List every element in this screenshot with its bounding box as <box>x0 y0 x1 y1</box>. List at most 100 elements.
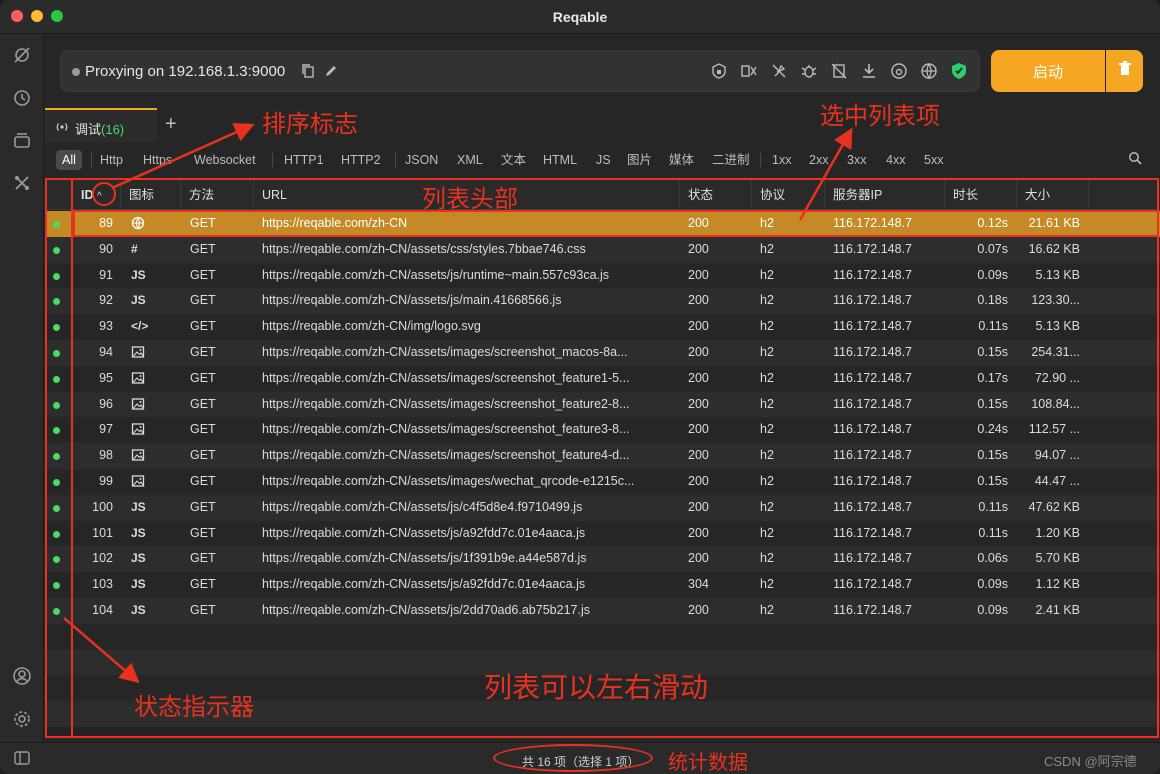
rewrite-off-icon[interactable] <box>769 61 789 81</box>
filter-3xx[interactable]: 3xx <box>841 150 872 170</box>
cell-protocol: h2 <box>760 319 774 334</box>
history-icon[interactable] <box>11 87 33 109</box>
image-icon <box>131 392 161 418</box>
proxy-status-dot <box>72 68 80 76</box>
collections-icon[interactable] <box>11 129 33 151</box>
column-header-size[interactable]: 大小 <box>1017 180 1089 210</box>
filter-js[interactable]: JS <box>590 150 617 170</box>
filter-all[interactable]: All <box>56 150 82 170</box>
settings-icon[interactable] <box>11 708 33 730</box>
network-icon[interactable] <box>919 61 939 81</box>
cell-server-ip: 116.172.148.7 <box>833 370 913 385</box>
table-row[interactable]: 98 GET https://reqable.com/zh-CN/assets/im… <box>45 443 1160 469</box>
account-icon[interactable] <box>11 665 33 687</box>
table-row[interactable]: 94 GET https://reqable.com/zh-CN/assets/im… <box>45 340 1160 366</box>
cell-id: 103 <box>92 577 113 592</box>
filter-media[interactable]: 媒体 <box>663 150 700 170</box>
column-header-duration[interactable]: 时长 <box>945 180 1017 210</box>
filter-https[interactable]: Https <box>137 150 178 170</box>
status-indicator-dot <box>53 479 60 486</box>
filter-xml[interactable]: XML <box>451 150 489 170</box>
cell-status: 200 <box>688 370 709 385</box>
capture-icon[interactable] <box>11 44 33 66</box>
filter-http2[interactable]: HTTP2 <box>335 150 387 170</box>
table-row[interactable]: 102 JS GET https://reqable.com/zh-CN/assets… <box>45 546 1160 573</box>
cell-id: 93 <box>99 319 113 334</box>
filter-websocket[interactable]: Websocket <box>188 150 262 170</box>
sort-ascending-icon: ^ <box>96 191 102 202</box>
download-icon[interactable] <box>859 61 879 81</box>
tab-debug[interactable]: 调试(16) <box>45 108 157 142</box>
cell-protocol: h2 <box>760 577 774 592</box>
add-tab-button[interactable]: + <box>165 113 177 136</box>
column-header-icon[interactable]: 图标 <box>121 180 181 210</box>
table-row[interactable]: 97 GET https://reqable.com/zh-CN/assets/im… <box>45 417 1160 444</box>
tools-icon[interactable] <box>11 172 33 194</box>
filter-json[interactable]: JSON <box>399 150 444 170</box>
start-button[interactable]: 启动 <box>991 50 1105 92</box>
table-row[interactable]: 96 GET https://reqable.com/zh-CN/assets/im… <box>45 391 1160 418</box>
table-row[interactable]: 89 GET https://reqable.com/zh-CN 200 h2 116.1… <box>45 211 1160 237</box>
column-header-method[interactable]: 方法 <box>181 180 254 210</box>
clear-button[interactable] <box>1106 50 1143 92</box>
cell-protocol: h2 <box>760 293 774 308</box>
script-off-icon[interactable] <box>829 61 849 81</box>
table-row[interactable]: 99 GET https://reqable.com/zh-CN/assets/im… <box>45 469 1160 495</box>
table-row[interactable]: 100 JS GET https://reqable.com/zh-CN/assets… <box>45 494 1160 521</box>
table-row[interactable]: 93 </> GET https://reqable.com/zh-CN/img/lo… <box>45 314 1160 340</box>
sidebar-toggle-icon[interactable] <box>14 751 30 770</box>
filter-1xx[interactable]: 1xx <box>766 150 797 170</box>
column-header-protocol[interactable]: 协议 <box>752 180 825 210</box>
throttle-icon[interactable] <box>889 61 909 81</box>
status-bar: 共 16 项（选择 1 项） CSDN @阿宗德 <box>0 742 1160 774</box>
table-row[interactable]: 91 JS GET https://reqable.com/zh-CN/assets/… <box>45 262 1160 289</box>
cell-size: 112.57 ... <box>1028 422 1080 437</box>
cell-protocol: h2 <box>760 345 774 359</box>
table-row[interactable]: 101 JS GET https://reqable.com/zh-CN/assets… <box>45 520 1160 547</box>
cell-id: 97 <box>99 422 113 437</box>
broadcast-icon <box>55 120 69 139</box>
filter-5xx[interactable]: 5xx <box>918 150 949 170</box>
cell-size: 16.62 KB <box>1028 241 1080 256</box>
search-icon[interactable] <box>1128 151 1142 170</box>
filter-http1[interactable]: HTTP1 <box>278 150 330 170</box>
cell-id: 99 <box>99 474 113 488</box>
ssl-lock-icon[interactable] <box>709 61 729 81</box>
cell-size: 1.20 KB <box>1035 525 1080 540</box>
cell-server-ip: 116.172.148.7 <box>833 551 913 566</box>
copy-icon[interactable] <box>301 63 315 84</box>
filter-image[interactable]: 图片 <box>621 150 658 170</box>
column-header-status[interactable]: 状态 <box>680 180 752 210</box>
cell-size: 2.41 KB <box>1035 603 1080 617</box>
filter-html[interactable]: HTML <box>537 150 583 170</box>
column-header-id[interactable]: ID ^ <box>73 180 121 210</box>
cell-server-ip: 116.172.148.7 <box>833 267 913 282</box>
shield-check-icon[interactable] <box>949 61 969 81</box>
type-icon: JS <box>131 267 146 282</box>
mock-icon[interactable] <box>739 61 759 81</box>
filter-http[interactable]: Http <box>94 150 129 170</box>
table-row[interactable]: 95 GET https://reqable.com/zh-CN/assets/im… <box>45 365 1160 392</box>
filter-binary[interactable]: 二进制 <box>706 150 756 170</box>
table-row[interactable]: 104 JS GET https://reqable.com/zh-CN/assets… <box>45 598 1160 624</box>
breakpoint-icon[interactable] <box>799 61 819 81</box>
column-header-url[interactable]: URL <box>254 180 680 210</box>
cell-duration: 0.09s <box>977 577 1008 592</box>
status-indicator-dot <box>53 556 60 564</box>
column-header-server-ip[interactable]: 服务器IP <box>825 180 945 210</box>
edit-icon[interactable] <box>323 63 339 84</box>
cell-size: 47.62 KB <box>1028 499 1080 514</box>
table-row[interactable]: 90 # GET https://reqable.com/zh-CN/assets/c… <box>45 236 1160 263</box>
table-row[interactable]: 103 JS GET https://reqable.com/zh-CN/assets… <box>45 572 1160 598</box>
cell-duration: 0.24s <box>977 422 1008 437</box>
empty-row <box>45 701 1160 727</box>
filter-2xx[interactable]: 2xx <box>803 150 834 170</box>
filter-text[interactable]: 文本 <box>495 150 532 170</box>
filter-4xx[interactable]: 4xx <box>880 150 911 170</box>
selection-summary: 共 16 项（选择 1 项） <box>522 755 640 769</box>
table-row[interactable]: 92 JS GET https://reqable.com/zh-CN/assets/… <box>45 288 1160 315</box>
cell-method: GET <box>190 293 216 308</box>
image-icon <box>131 366 161 392</box>
type-icon: JS <box>131 603 146 617</box>
annotation-sort-flag-label: 排序标志 <box>262 111 358 138</box>
